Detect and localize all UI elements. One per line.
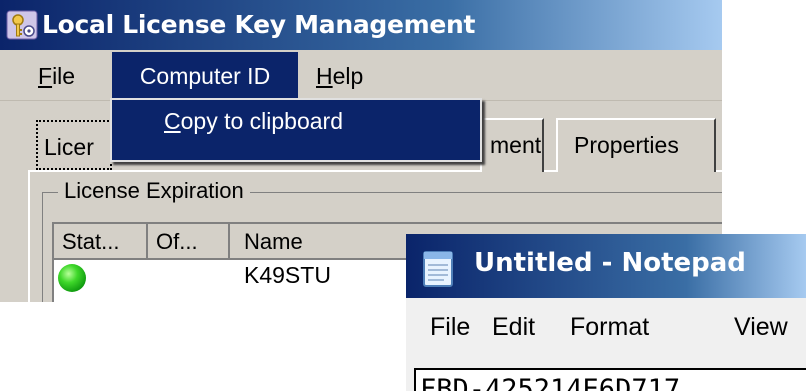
key-app-icon (6, 10, 38, 40)
notepad-title: Untitled - Notepad (474, 248, 746, 278)
notepad-menu-view[interactable]: View (734, 300, 788, 354)
notepad-title-bar[interactable]: Untitled - Notepad (406, 234, 806, 298)
notepad-icon (423, 251, 453, 287)
column-header-status[interactable]: Stat... (54, 224, 148, 260)
status-ok-icon (58, 264, 86, 292)
window-title: Local License Key Management (42, 10, 476, 39)
notepad-text-area[interactable]: FBD-425214E6D717 (414, 368, 806, 391)
notepad-window: Untitled - Notepad File Edit Format View… (406, 234, 806, 391)
copy-label-rest: opy to clipboard (180, 108, 344, 134)
tab-properties[interactable]: Properties (556, 118, 716, 172)
computer-id-dropdown: Copy to clipboard (110, 98, 482, 162)
menu-computer-id[interactable]: Computer ID (112, 52, 298, 100)
title-bar[interactable]: Local License Key Management (0, 0, 722, 50)
notepad-menu-format[interactable]: Format (570, 300, 649, 354)
notepad-menu-file[interactable]: File (430, 300, 470, 354)
group-title: License Expiration (58, 178, 250, 204)
tab-assignment[interactable]: ment (480, 118, 544, 172)
tab-licenses[interactable]: Licer (36, 120, 112, 170)
menu-help[interactable]: Help (316, 52, 370, 100)
license-row-name[interactable]: K49STU (244, 262, 331, 289)
menu-file[interactable]: File (26, 52, 86, 100)
menu-file-mnemonic: F (38, 63, 53, 89)
copy-to-clipboard-item[interactable]: Copy to clipboard (164, 108, 343, 135)
column-header-of[interactable]: Of... (148, 224, 230, 260)
menu-help-mnemonic: H (316, 63, 333, 89)
notepad-text: FBD-425214E6D717 (420, 374, 681, 391)
copy-mnemonic: C (164, 108, 181, 134)
menu-help-label-rest: elp (332, 63, 364, 89)
notepad-menu-edit[interactable]: Edit (492, 300, 535, 354)
menu-file-label-rest: ile (52, 63, 76, 89)
notepad-menu-bar: File Edit Format View (406, 300, 806, 354)
menu-bar: File Computer ID Help (0, 52, 722, 101)
